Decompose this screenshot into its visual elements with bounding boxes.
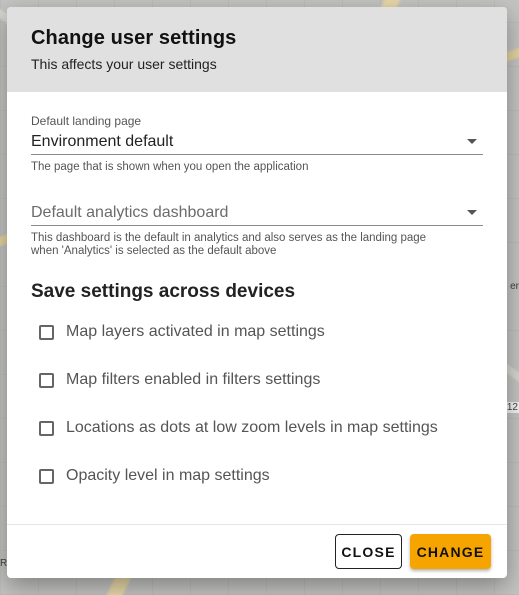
dropdown-arrow-icon [467,210,477,215]
user-settings-dialog: Change user settings This affects your u… [7,7,507,578]
checkbox-label: Locations as dots at low zoom levels in … [66,419,438,436]
dialog-subtitle: This affects your user settings [31,56,217,72]
landing-page-field: Default landing page Environment default… [31,114,483,174]
change-button[interactable]: CHANGE [410,534,491,569]
analytics-dashboard-helper: This dashboard is the default in analyti… [31,232,483,257]
checkbox-map-layers[interactable]: Map layers activated in map settings [39,320,325,344]
landing-page-helper: The page that is shown when you open the… [31,161,309,173]
analytics-dashboard-field: Default analytics dashboard This dashboa… [31,199,483,257]
dropdown-arrow-icon [467,139,477,144]
checkbox-label: Opacity level in map settings [66,467,270,484]
checkbox-label: Map filters enabled in filters settings [66,371,321,388]
dialog-header: Change user settings This affects your u… [7,7,507,92]
checkbox-unchecked-icon[interactable] [39,468,54,484]
dialog-footer: CLOSE CHANGE [7,524,507,578]
map-label: 12 [505,402,519,413]
landing-page-label: Default landing page [31,114,142,128]
checkbox-label: Map layers activated in map settings [66,323,325,340]
checkbox-opacity-level[interactable]: Opacity level in map settings [39,464,270,488]
checkbox-locations-dots[interactable]: Locations as dots at low zoom levels in … [39,416,438,440]
analytics-dashboard-placeholder: Default analytics dashboard [31,204,229,221]
checkbox-unchecked-icon[interactable] [39,324,54,340]
checkbox-unchecked-icon[interactable] [39,420,54,436]
landing-page-select[interactable]: Environment default [31,128,483,155]
map-label: er [510,281,519,292]
checkbox-map-filters[interactable]: Map filters enabled in filters settings [39,368,320,392]
analytics-helper-line-1: This dashboard is the default in analyti… [31,232,427,244]
close-button[interactable]: CLOSE [335,534,402,569]
checkbox-unchecked-icon[interactable] [39,372,54,388]
analytics-helper-line-2: when 'Analytics' is selected as the defa… [31,244,277,257]
analytics-dashboard-select[interactable]: Default analytics dashboard [31,199,483,226]
dialog-title: Change user settings [31,27,237,49]
save-settings-title: Save settings across devices [31,281,296,302]
landing-page-value: Environment default [31,133,174,150]
